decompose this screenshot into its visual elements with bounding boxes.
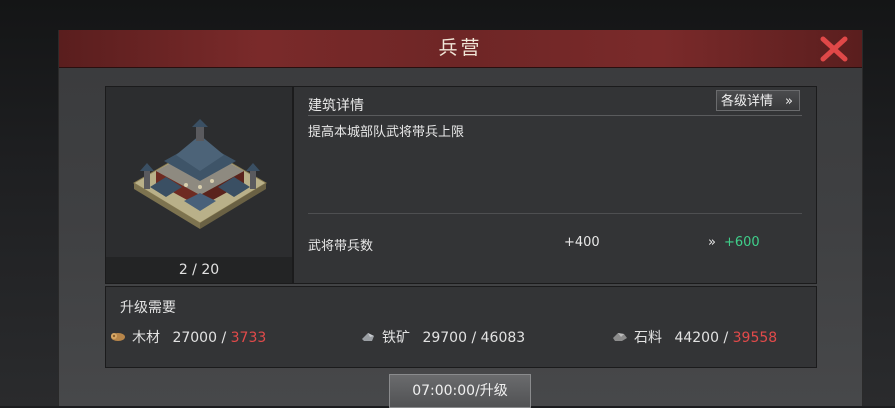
iron-ore-icon	[360, 329, 376, 347]
title-bar: 兵营	[59, 30, 862, 68]
resource-name: 木材	[132, 330, 160, 346]
upgrade-requirements-panel: 升级需要 木材 27000 / 3733 铁矿 29700 / 46083 石料…	[105, 286, 817, 368]
resource-need: 27000	[172, 330, 217, 346]
building-image-panel: 2 / 20	[105, 86, 293, 284]
resource-separator: /	[719, 330, 733, 346]
resource-name: 石料	[634, 330, 662, 346]
resource-have: 46083	[480, 330, 526, 346]
chevron-right-icon: »	[785, 94, 793, 109]
resource-separator: /	[467, 330, 481, 346]
barracks-building-image	[126, 115, 274, 243]
upgrade-button[interactable]: 07:00:00/升级	[389, 374, 531, 408]
resource-have: 39558	[732, 330, 778, 346]
close-icon[interactable]	[819, 36, 849, 62]
info-title: 建筑详情	[308, 98, 364, 114]
resource-have: 3733	[230, 330, 267, 346]
stat-current-value: +400	[564, 235, 600, 250]
level-details-button[interactable]: 各级详情 »	[716, 90, 800, 111]
stat-next-value: +600	[724, 235, 760, 250]
resource-need: 44200	[674, 330, 719, 346]
building-level: 2 / 20	[106, 257, 292, 283]
level-details-label: 各级详情	[721, 94, 774, 109]
barracks-dialog: 兵营 2 / 20 建筑详情 各级详情 » 提高本城部队武将带兵上限 武将带兵数…	[58, 30, 863, 408]
resource-wood: 木材 27000 / 3733	[110, 327, 267, 347]
stone-icon	[612, 329, 628, 347]
divider	[308, 115, 802, 116]
resource-need: 29700	[422, 330, 467, 346]
resource-iron: 铁矿 29700 / 46083	[360, 327, 526, 347]
stat-label: 武将带兵数	[308, 239, 374, 254]
building-info-panel: 建筑详情 各级详情 » 提高本城部队武将带兵上限 武将带兵数 +400 » +6…	[293, 86, 817, 284]
chevron-right-icon: »	[708, 235, 716, 250]
building-description: 提高本城部队武将带兵上限	[308, 125, 465, 140]
divider	[308, 213, 802, 214]
resource-separator: /	[217, 330, 231, 346]
dialog-title: 兵营	[438, 37, 483, 59]
resource-stone: 石料 44200 / 39558	[612, 327, 778, 347]
resource-name: 铁矿	[382, 330, 410, 346]
requirements-title: 升级需要	[120, 300, 176, 316]
wood-icon	[110, 329, 126, 347]
